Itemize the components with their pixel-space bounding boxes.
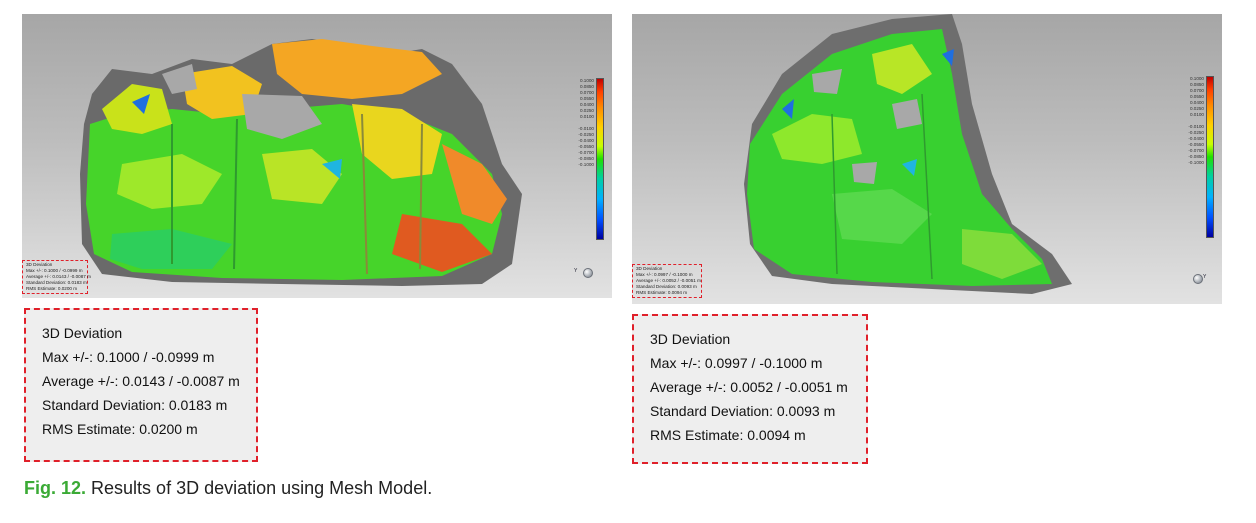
deviation-std: Standard Deviation: 0.0093 m <box>650 403 836 419</box>
scale-tick: 0.0100 <box>1189 112 1204 117</box>
mini-rms: RMS Estimate: 0.0200 m <box>26 286 78 291</box>
deviation-map-right: 0.1000 0.0850 0.0700 0.0550 0.0400 0.025… <box>632 14 1222 304</box>
scale-tick: 0.0100 <box>579 114 594 119</box>
axis-y-label: Y <box>574 268 578 274</box>
axis-triad-icon: Y <box>574 258 600 284</box>
axis-ball-icon <box>1193 274 1203 284</box>
deviation-title: 3D Deviation <box>650 331 731 347</box>
deviation-summary-right: 3D Deviation Max +/-: 0.0997 / -0.1000 m… <box>632 314 868 464</box>
axis-y-label: Y <box>1203 274 1207 280</box>
deviation-summary-left: 3D Deviation Max +/-: 0.1000 / -0.0999 m… <box>24 308 258 462</box>
scale-tick: -0.1000 <box>578 162 594 167</box>
color-scale-bar <box>596 78 604 240</box>
point-cloud-right <box>744 14 1072 294</box>
deviation-max: Max +/-: 0.0997 / -0.1000 m <box>650 355 823 371</box>
point-cloud-left <box>80 39 522 286</box>
figure-caption: Fig. 12. Results of 3D deviation using M… <box>24 478 432 499</box>
caption-text: Results of 3D deviation using Mesh Model… <box>91 478 433 498</box>
deviation-max: Max +/-: 0.1000 / -0.0999 m <box>42 349 215 365</box>
scale-tick: -0.1000 <box>1188 160 1204 165</box>
deviation-average: Average +/-: 0.0143 / -0.0087 m <box>42 373 240 389</box>
deviation-title: 3D Deviation <box>42 325 123 341</box>
axis-ball-icon <box>583 268 593 278</box>
figure-label: Fig. 12. <box>24 478 87 498</box>
color-scale-bar <box>1206 76 1214 238</box>
mini-rms: RMS Estimate: 0.0094 m <box>636 290 688 295</box>
deviation-rms: RMS Estimate: 0.0094 m <box>650 427 806 443</box>
axis-triad-icon: Y <box>1184 264 1210 290</box>
deviation-rms: RMS Estimate: 0.0200 m <box>42 421 198 437</box>
deviation-map-left: 0.1000 0.0850 0.0700 0.0550 0.0400 0.025… <box>22 14 612 298</box>
deviation-average: Average +/-: 0.0052 / -0.0051 m <box>650 379 848 395</box>
mini-deviation-summary: 3D Deviation Max +/-: 0.0997 / -0.1000 m… <box>632 264 702 298</box>
mini-deviation-summary: 3D Deviation Max +/-: 0.1000 / -0.0999 m… <box>22 260 91 294</box>
deviation-std: Standard Deviation: 0.0183 m <box>42 397 228 413</box>
